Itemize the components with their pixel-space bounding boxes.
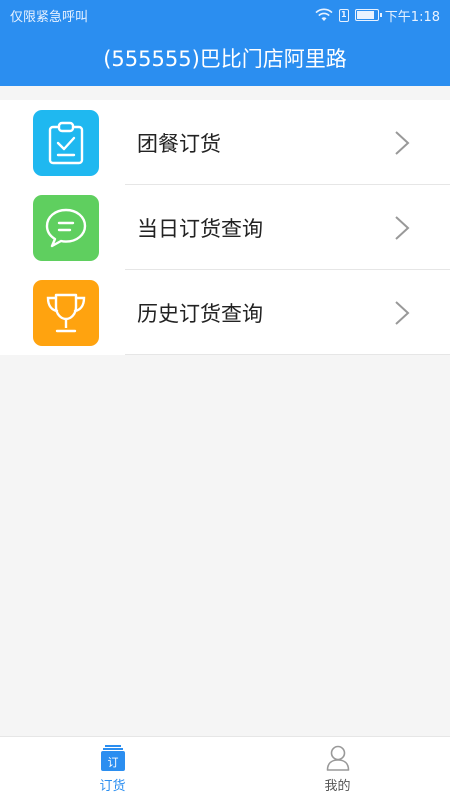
order-doc-icon: 订 [100, 745, 125, 771]
chevron-right-icon [395, 300, 410, 325]
menu-item-history-orders[interactable]: 历史订货查询 [0, 270, 450, 355]
sim-icon: 1 [338, 8, 349, 22]
user-icon [326, 745, 349, 771]
trophy-icon [46, 293, 86, 332]
menu-item-label: 团餐订货 [137, 131, 221, 156]
menu-icon-tile [33, 109, 99, 176]
page-title: (555555)巴比门店阿里路 [0, 30, 450, 86]
tab-order[interactable]: 订 订货 [0, 737, 225, 800]
chevron-right-icon [395, 130, 410, 155]
carrier-text: 仅限紧急呼叫 [10, 9, 89, 25]
tab-mine[interactable]: 我的 [225, 737, 450, 800]
divider [125, 354, 450, 355]
tab-label: 我的 [324, 779, 351, 794]
menu-item-label: 历史订货查询 [137, 301, 263, 326]
menu-icon-tile [33, 279, 99, 346]
menu-item-group-order[interactable]: 团餐订货 [0, 100, 450, 185]
chat-bubble-icon [45, 208, 87, 247]
menu-item-today-orders[interactable]: 当日订货查询 [0, 185, 450, 270]
battery-fill [356, 11, 374, 19]
menu-item-label: 当日订货查询 [137, 216, 263, 241]
menu-icon-tile [33, 194, 99, 261]
chevron-right-icon [395, 215, 410, 240]
bottom-tab-bar: 订 订货 我的 [0, 736, 450, 800]
tab-label: 订货 [99, 779, 126, 794]
status-icons: 1 下午1:18 [315, 6, 440, 25]
clock-text: 下午1:18 [384, 9, 440, 25]
menu-list: 团餐订货 当日订货查询 历史订货查询 [0, 100, 450, 355]
clipboard-check-icon [48, 121, 84, 164]
wifi-icon [315, 8, 333, 21]
order-doc-icon-char: 订 [107, 756, 118, 769]
status-bar: 仅限紧急呼叫 1 下午1:18 [0, 0, 450, 30]
battery-icon [354, 9, 382, 21]
